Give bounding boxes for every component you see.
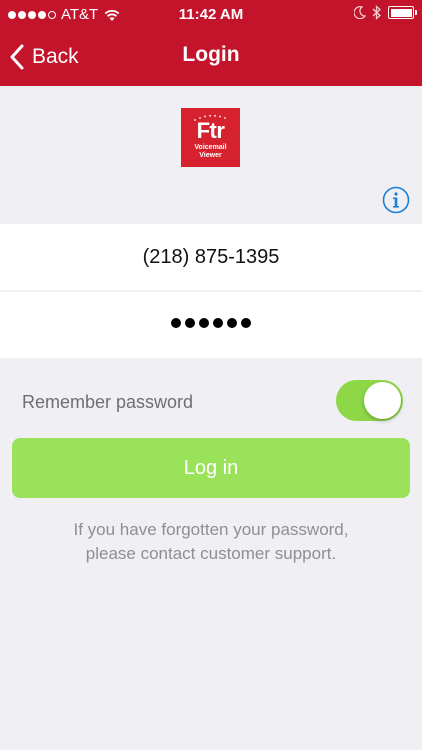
- battery-icon: [388, 6, 417, 19]
- phone-number-field[interactable]: (218) 875-1395: [0, 224, 422, 290]
- page-title: Login: [182, 43, 240, 66]
- phone-number-value: (218) 875-1395: [142, 246, 280, 268]
- login-button-label: Log in: [183, 456, 239, 479]
- logo-main-text: Ftr: [196, 118, 225, 143]
- forgot-password-help: If you have forgotten your password, ple…: [0, 518, 422, 566]
- help-text-line1: If you have forgotten your password,: [73, 520, 349, 539]
- do-not-disturb-moon-icon: [354, 6, 366, 19]
- toggle-knob: [364, 382, 401, 419]
- logo-subtitle-line2: Viewer: [199, 152, 222, 159]
- password-field[interactable]: [0, 292, 422, 358]
- info-icon[interactable]: [382, 186, 410, 214]
- remember-password-toggle[interactable]: [336, 380, 403, 421]
- status-bar: AT&T 11:42 AM: [0, 0, 422, 30]
- status-right-icons: [354, 5, 417, 20]
- navigation-bar: Back Login: [0, 30, 422, 86]
- help-text-line2: please contact customer support.: [85, 544, 337, 563]
- logo-subtitle: Voicemail Viewer: [181, 144, 240, 160]
- remember-password-label: Remember password: [22, 392, 194, 412]
- logo-subtitle-line1: Voicemail: [194, 144, 227, 151]
- login-button[interactable]: Log in: [12, 438, 410, 498]
- bluetooth-icon: [372, 5, 381, 20]
- app-header: AT&T 11:42 AM Back Login: [0, 0, 422, 86]
- password-mask: [0, 318, 422, 328]
- app-logo: Ftr Voicemail Viewer: [181, 108, 240, 167]
